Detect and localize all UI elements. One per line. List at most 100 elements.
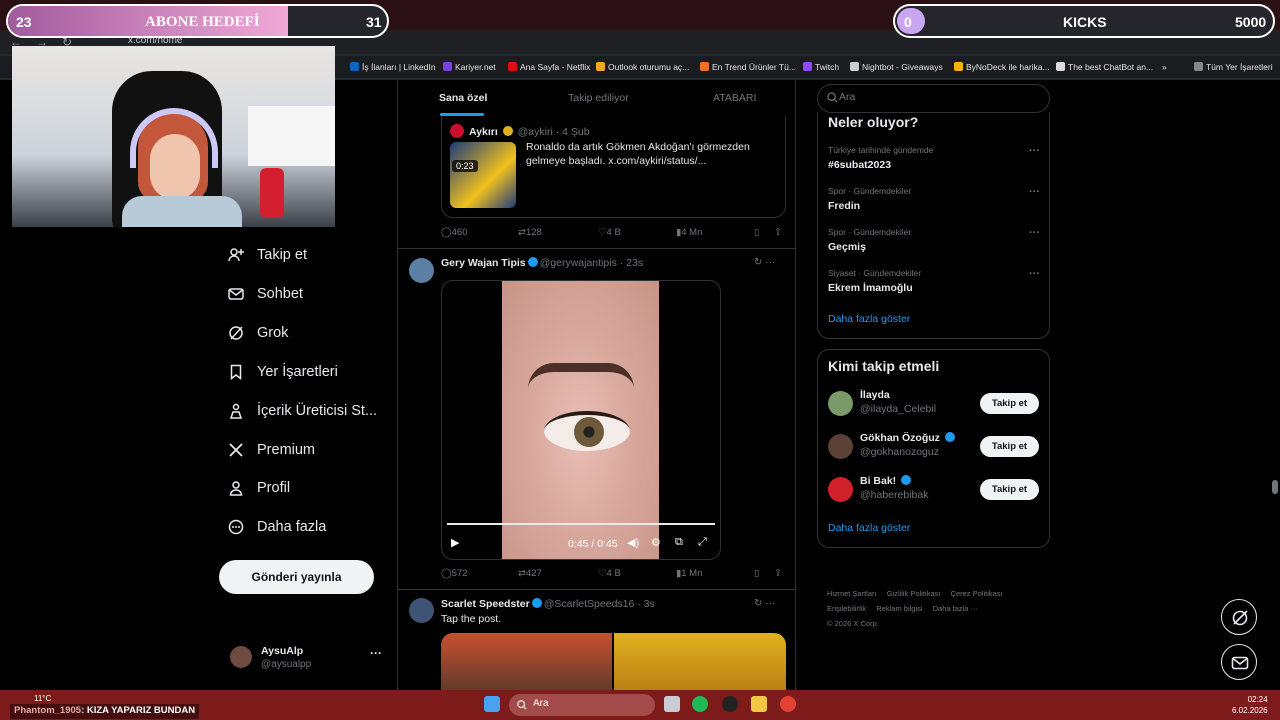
quoted-post-card[interactable]: Aykırı @aykiri · 4 Şub 0:23 Ronaldo da a… (441, 116, 786, 218)
play-icon[interactable]: ▶ (451, 536, 459, 549)
repost-button[interactable]: ⇄ 427 (518, 568, 542, 579)
account-more-icon[interactable]: ··· (370, 646, 382, 660)
avatar[interactable] (409, 258, 434, 283)
bynodeck-icon (954, 62, 963, 71)
bookmark-bynodeck[interactable]: ByNoDeck ile harika... (954, 62, 1050, 72)
tab-atabari[interactable]: ATABARI (713, 92, 756, 104)
scrollbar[interactable] (1272, 480, 1278, 494)
weather-widget[interactable]: 11°C (34, 694, 51, 703)
timeline: Sana özel Takip ediliyor ATABARI Aykırı … (397, 80, 796, 690)
taskbar-search[interactable] (509, 694, 655, 716)
video-player[interactable]: ▶ 0:45 / 0:45 ◀) ⚙ ⧉ ⤢ (441, 280, 721, 560)
trend-item[interactable]: Spor · Gündemdekiler Fredin ··· (828, 186, 1040, 216)
share-icon[interactable]: ⇪ (774, 568, 782, 579)
fullscreen-icon[interactable]: ⤢ (698, 536, 707, 549)
post-image[interactable] (441, 633, 612, 690)
bookmark-netflix[interactable]: Ana Sayfa - Netflix (508, 62, 590, 72)
trend-more-icon[interactable]: ··· (1029, 186, 1040, 198)
footer-link[interactable]: Reklam bilgisi (876, 604, 922, 613)
sidebar-item-grok[interactable]: Grok (228, 321, 288, 345)
bookmark-trend[interactable]: En Trend Ürünler Tü... (700, 62, 796, 72)
trend-item[interactable]: Siyaset · Gündemdekiler Ekrem İmamoğlu ·… (828, 268, 1040, 298)
video-progress-bar[interactable] (447, 523, 715, 525)
trend-more-icon[interactable]: ··· (1029, 268, 1040, 280)
trends-show-more-link[interactable]: Daha fazla göster (828, 313, 910, 325)
quoted-video-thumbnail[interactable] (450, 142, 516, 208)
task-view-icon[interactable] (664, 696, 680, 712)
bookmark-all[interactable]: Tüm Yer İşaretleri (1194, 62, 1273, 72)
spotify-icon[interactable] (692, 696, 708, 712)
footer-link[interactable]: Erişilebilirlik (827, 604, 866, 613)
follow-suggestion[interactable]: Bi Bak! @haberebibak Takip et (828, 475, 1041, 505)
windows-start-icon[interactable] (484, 696, 500, 712)
settings-icon[interactable]: ⚙ (651, 536, 661, 549)
trends-title: Neler oluyor? (828, 114, 919, 130)
chrome-icon[interactable] (780, 696, 796, 712)
file-explorer-icon[interactable] (751, 696, 767, 712)
sidebar-item-follow[interactable]: Takip et (228, 243, 307, 267)
post-image-grid[interactable] (441, 633, 786, 690)
creator-studio-icon (229, 403, 243, 419)
envelope-icon (228, 288, 244, 300)
footer-link[interactable]: Gizlilik Politikası (887, 589, 941, 598)
bookmark-linkedin[interactable]: İş İlanları | LinkedIn (350, 62, 436, 72)
x-logo-icon (229, 443, 243, 457)
taskbar-clock[interactable]: 02:24 6.02.2026 (1232, 694, 1268, 716)
post-more-icon[interactable]: ↻ ··· (754, 257, 775, 268)
sidebar-item-creator-studio[interactable]: İçerik Üreticisi St... (228, 399, 377, 423)
post-more-icon[interactable]: ↻ ··· (754, 598, 775, 609)
follow-button[interactable]: Takip et (980, 393, 1039, 414)
footer-link[interactable]: Daha fazla ··· (933, 604, 978, 613)
quoted-post-text: Ronaldo da artık Gökmen Akdoğan'ı görmez… (526, 141, 750, 167)
sidebar-item-chat[interactable]: Sohbet (228, 282, 303, 306)
footer-link[interactable]: Çerez Politikası (951, 589, 1003, 598)
grok-fab[interactable] (1221, 599, 1257, 635)
tab-following[interactable]: Takip ediliyor (568, 92, 629, 104)
post-button[interactable]: Gönderi yayınla (219, 560, 374, 594)
trend-item[interactable]: Türkiye tarihinde gündemde #6subat2023 ·… (828, 145, 1040, 175)
bookmark-nightbot[interactable]: Nightbot - Giveaways (850, 62, 943, 72)
views-button[interactable]: ▮ 1 Mn (676, 568, 702, 579)
reply-button[interactable]: ◯ 572 (441, 568, 468, 579)
microsoft-icon (596, 62, 605, 71)
sidebar-item-premium[interactable]: Premium (228, 438, 315, 462)
reply-button[interactable]: ◯ 460 (441, 227, 468, 238)
repost-button[interactable]: ⇄ 128 (518, 227, 542, 238)
sidebar-item-profile[interactable]: Profil (228, 476, 290, 500)
tab-for-you[interactable]: Sana özel (439, 92, 487, 104)
avatar (828, 391, 853, 416)
bookmark-kariyer[interactable]: Kariyer.net (443, 62, 496, 72)
bookmark-outlook[interactable]: Outlook oturumu aç... (596, 62, 689, 72)
sidebar-item-more[interactable]: Daha fazla (228, 515, 326, 539)
bookmark-chatbot[interactable]: The best ChatBot an... (1056, 62, 1153, 72)
follow-button[interactable]: Takip et (980, 479, 1039, 500)
more-bookmarks-icon[interactable]: » (1162, 62, 1167, 72)
taskbar-search-input[interactable] (533, 698, 643, 709)
post-image[interactable] (614, 633, 786, 690)
share-icon[interactable]: ⇪ (774, 227, 782, 238)
follow-suggestion[interactable]: İlayda @ilayda_Celebil Takip et (828, 389, 1041, 419)
who-to-follow-show-more-link[interactable]: Daha fazla göster (828, 522, 910, 534)
volume-icon[interactable]: ◀) (627, 536, 639, 549)
search-box[interactable] (817, 84, 1050, 113)
like-button[interactable]: ♡ 4 B (598, 227, 621, 238)
trend-item[interactable]: Spor · Gündemdekiler Geçmiş ··· (828, 227, 1040, 257)
bookmark-icon[interactable]: ▯ (754, 568, 759, 579)
steam-icon[interactable] (722, 696, 738, 712)
bookmark-icon[interactable]: ▯ (754, 227, 759, 238)
bookmark-twitch[interactable]: Twitch (803, 62, 839, 72)
avatar[interactable] (409, 598, 434, 623)
footer-link[interactable]: Hizmet Şartları (827, 589, 877, 598)
trend-more-icon[interactable]: ··· (1029, 145, 1040, 157)
sidebar-item-bookmarks[interactable]: Yer İşaretleri (228, 360, 338, 384)
trend-more-icon[interactable]: ··· (1029, 227, 1040, 239)
messages-fab[interactable] (1221, 644, 1257, 680)
follow-button[interactable]: Takip et (980, 436, 1039, 457)
more-circle-icon (228, 519, 244, 535)
account-switcher[interactable]: AysuAlp @aysualpp ··· (230, 644, 385, 674)
views-button[interactable]: ▮ 4 Mn (676, 227, 702, 238)
picture-in-picture-icon[interactable]: ⧉ (675, 536, 683, 549)
like-button[interactable]: ♡ 4 B (598, 568, 621, 579)
search-input[interactable] (839, 91, 1039, 103)
follow-suggestion[interactable]: Gökhan Özoğuz @gokhanozoguz Takip et (828, 432, 1041, 462)
